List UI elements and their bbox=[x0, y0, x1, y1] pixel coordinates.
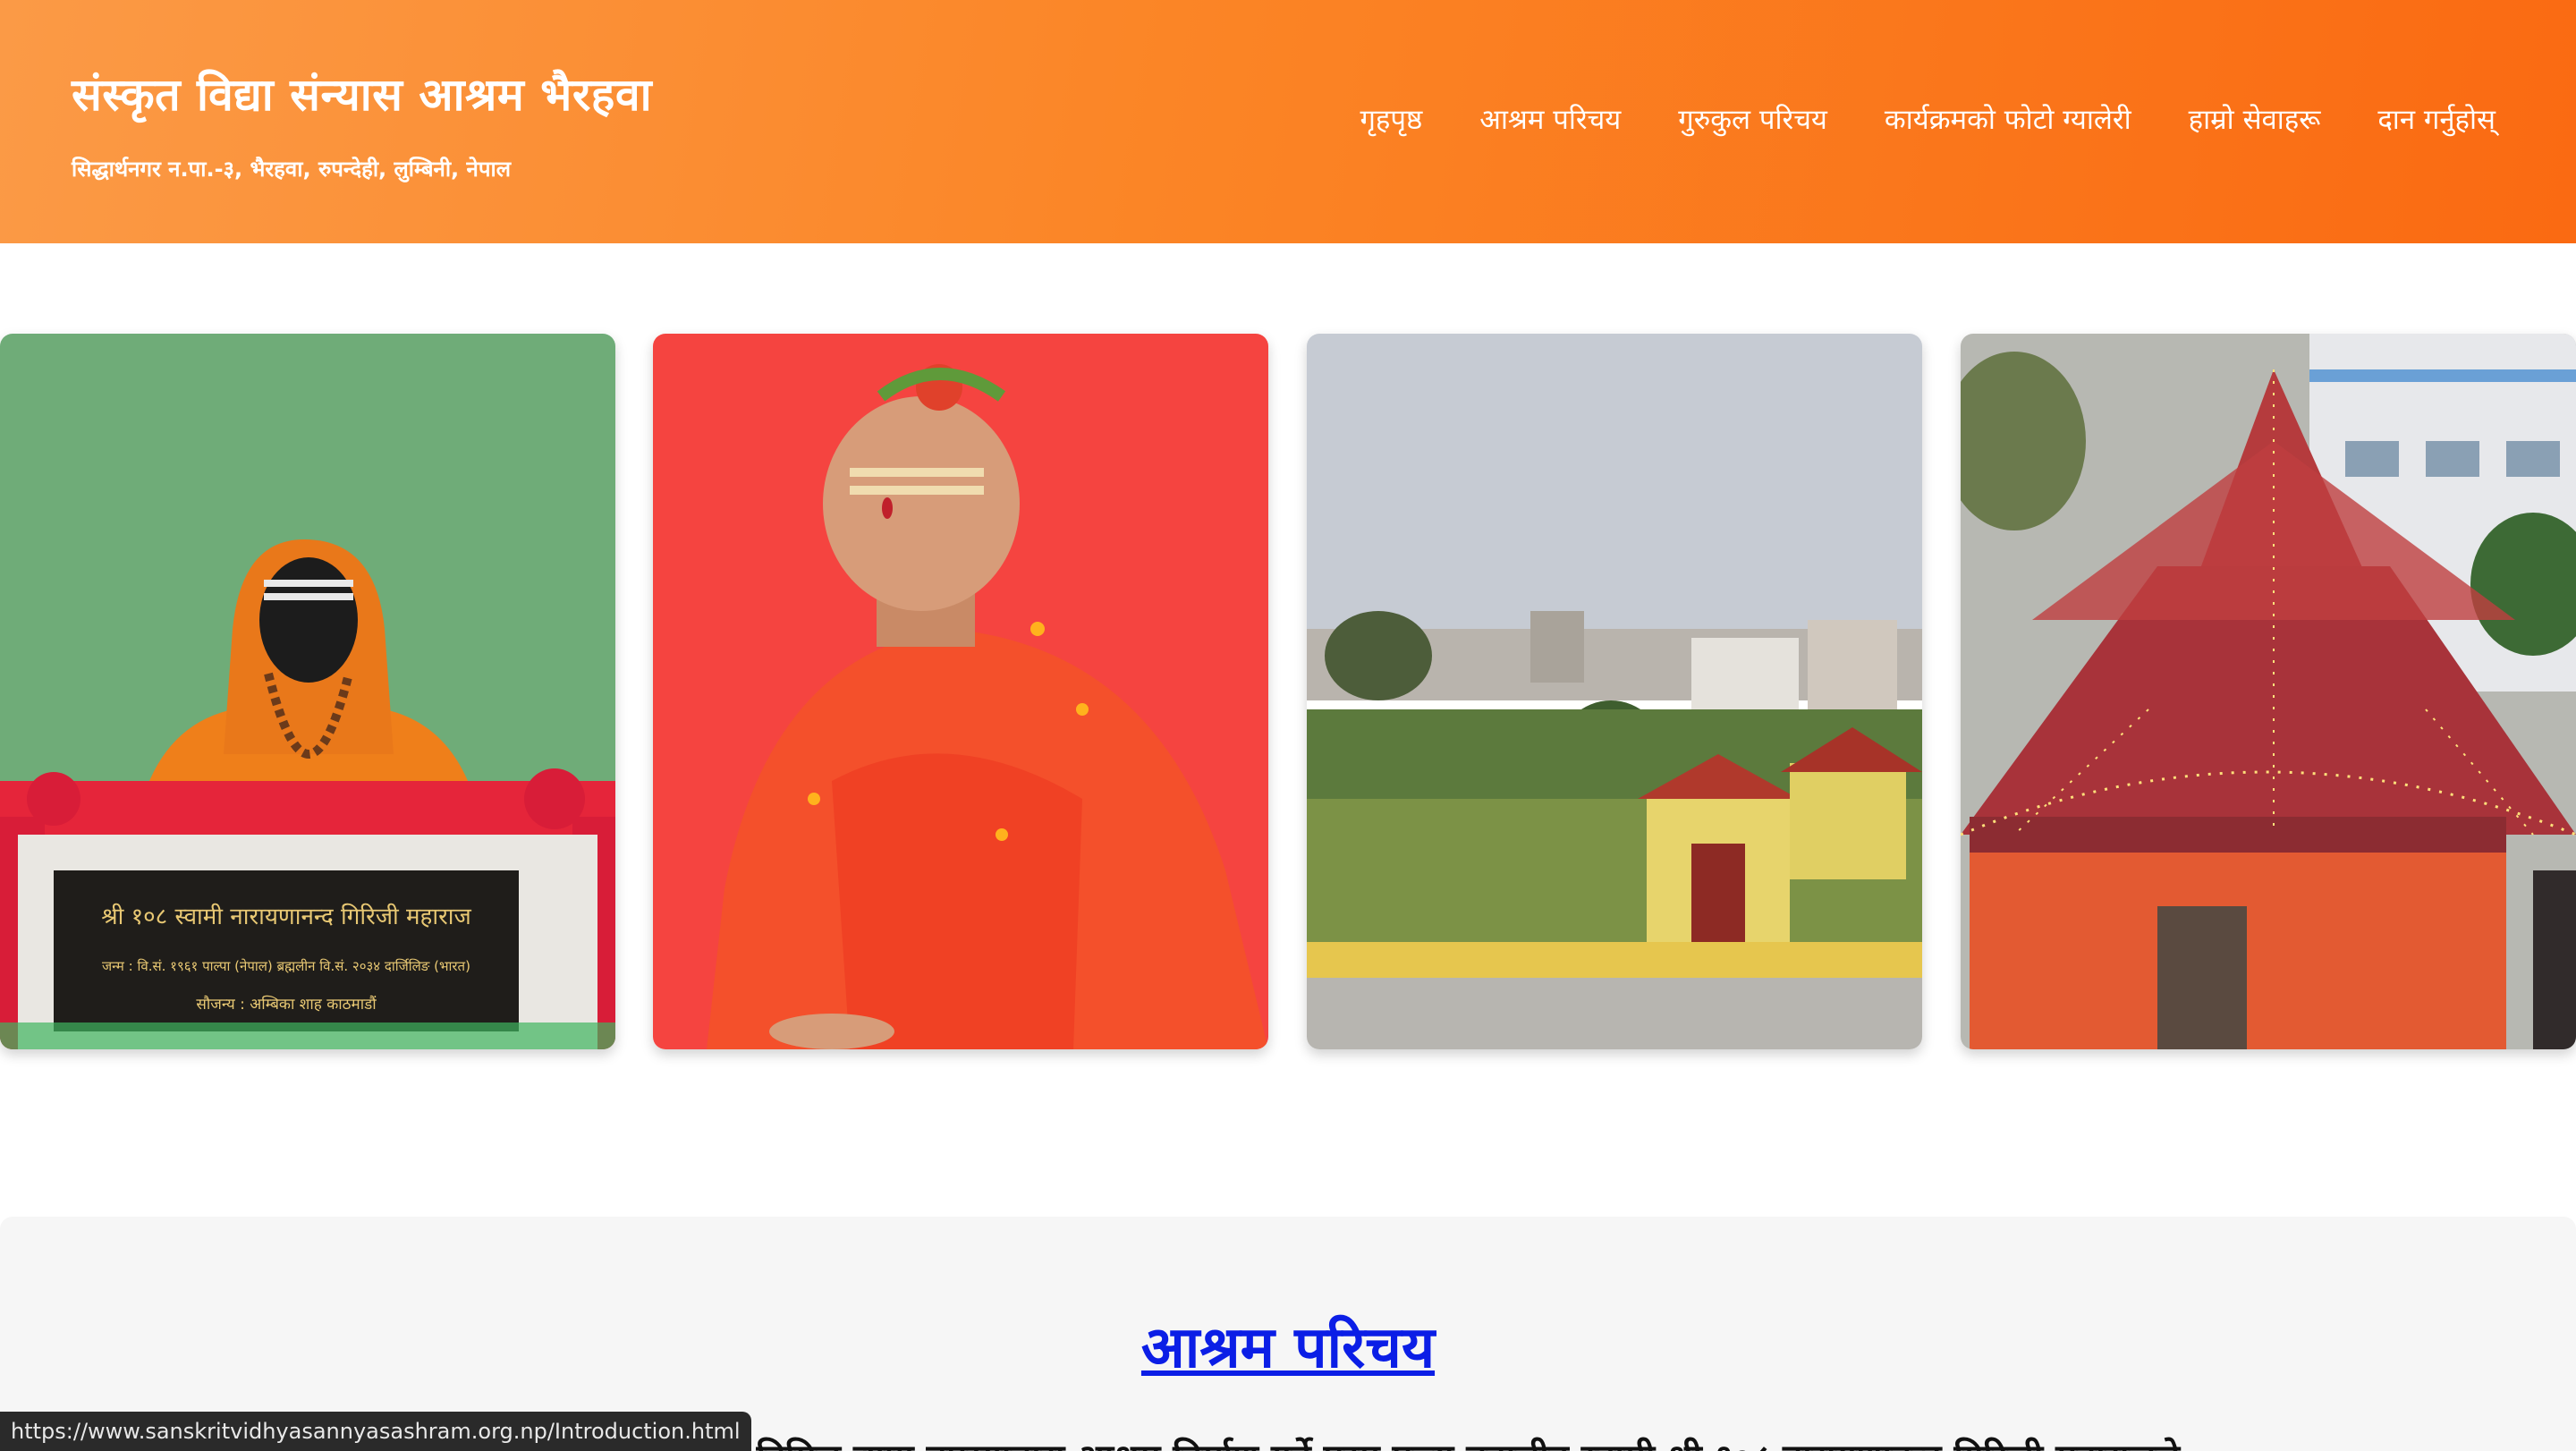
image-gallery: श्री १०८ स्वामी नारायणानन्द गिरिजी महारा… bbox=[0, 334, 2576, 1049]
plaque-line-2: जन्म : वि.सं. १९६१ पाल्पा (नेपाल) ब्रह्म… bbox=[102, 958, 470, 974]
site-header: संस्कृत विद्या संन्यास आश्रम भैरहवा सिद्… bbox=[0, 0, 2576, 243]
plaque-line-1: श्री १०८ स्वामी नारायणानन्द गिरिजी महारा… bbox=[101, 903, 471, 930]
gallery-card-campus[interactable] bbox=[1307, 334, 1922, 1049]
monk-image bbox=[653, 334, 1268, 1049]
intro-heading: आश्रम परिचय bbox=[0, 1306, 2576, 1384]
campus-image bbox=[1307, 334, 1922, 1049]
intro-heading-link[interactable]: आश्रम परिचय bbox=[1141, 1315, 1435, 1381]
nav-home[interactable]: गृहपृष्ठ bbox=[1360, 100, 1422, 138]
link-status-bar: https://www.sanskritvidhyasannyasashram.… bbox=[0, 1412, 751, 1451]
intro-paragraph: ...निमित्त त्याग तपस्याद्वारा आश्रम निर्… bbox=[716, 1431, 2233, 1451]
plaque-line-3: सौजन्य : अम्बिका शाह काठमाडौं bbox=[196, 995, 377, 1014]
statue-image: श्री १०८ स्वामी नारायणानन्द गिरिजी महारा… bbox=[0, 334, 615, 1049]
main-nav: गृहपृष्ठ आश्रम परिचय गुरुकुल परिचय कार्य… bbox=[1360, 100, 2496, 138]
gallery-card-statue[interactable]: श्री १०८ स्वामी नारायणानन्द गिरिजी महारा… bbox=[0, 334, 615, 1049]
nav-gurukul-intro[interactable]: गुरुकुल परिचय bbox=[1678, 100, 1827, 138]
nav-ashram-intro[interactable]: आश्रम परिचय bbox=[1479, 100, 1621, 138]
nav-photo-gallery[interactable]: कार्यक्रमको फोटो ग्यालेरी bbox=[1885, 100, 2131, 138]
nav-donate[interactable]: दान गर्नुहोस् bbox=[2377, 100, 2496, 138]
nav-services[interactable]: हाम्रो सेवाहरू bbox=[2189, 100, 2321, 138]
site-address: सिद्धार्थनगर न.पा.-३, भैरहवा, रुपन्देही,… bbox=[72, 157, 511, 182]
gallery-card-temple[interactable] bbox=[1961, 334, 2576, 1049]
gallery-card-monk[interactable] bbox=[653, 334, 1268, 1049]
site-title[interactable]: संस्कृत विद्या संन्यास आश्रम भैरहवा bbox=[72, 63, 652, 123]
temple-image bbox=[1961, 334, 2576, 1049]
